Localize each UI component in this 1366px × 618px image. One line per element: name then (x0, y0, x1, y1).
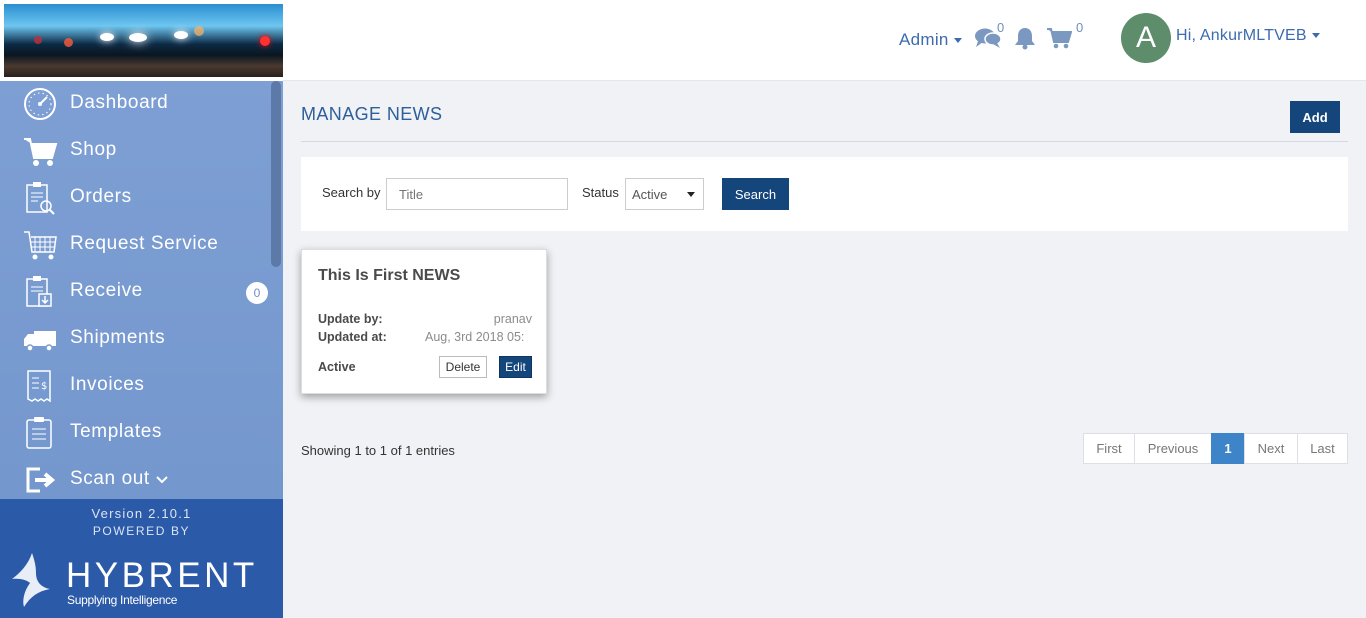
sidebar-item-invoices[interactable]: $ Invoices (0, 363, 270, 410)
logo-area (0, 0, 283, 81)
sidebar-item-label: Request Service (70, 233, 219, 254)
sidebar-item-label: Templates (70, 421, 162, 442)
delete-news-button[interactable]: Delete (439, 356, 487, 378)
pagination-next[interactable]: Next (1244, 433, 1298, 464)
caret-down-icon (953, 38, 962, 44)
user-menu[interactable]: Hi, AnkurMLTVEB (1176, 27, 1320, 45)
brand-tagline: Supplying Intelligence (67, 593, 178, 607)
sidebar-nav: Dashboard Shop Orders Request Service Re… (0, 81, 283, 499)
entries-info: Showing 1 to 1 of 1 entries (301, 443, 455, 458)
svg-text:$: $ (41, 381, 48, 392)
updated-at-value: Aug, 3rd 2018 05: (425, 330, 525, 344)
add-news-button[interactable]: Add (1290, 101, 1340, 133)
dropdown-arrow-icon (687, 192, 695, 197)
filter-panel: Search by Status Active Search (301, 157, 1348, 231)
bell-icon[interactable] (1014, 26, 1036, 50)
sidebar-scrollbar[interactable] (271, 81, 281, 267)
news-title: This Is First NEWS (318, 267, 461, 284)
sidebar-item-label: Shop (70, 139, 117, 160)
search-button[interactable]: Search (722, 178, 789, 210)
dashboard-icon (24, 88, 56, 120)
sidebar-item-label: Scan out (70, 468, 168, 490)
sidebar-item-shipments[interactable]: Shipments (0, 316, 270, 363)
caret-down-icon (1311, 33, 1320, 39)
edit-news-button[interactable]: Edit (499, 356, 532, 378)
sidebar-item-label: Receive (70, 280, 143, 301)
app-version: Version 2.10.1 (91, 506, 192, 521)
pagination-last[interactable]: Last (1297, 433, 1348, 464)
scan-out-icon (26, 467, 56, 493)
sidebar-item-dashboard[interactable]: Dashboard (0, 81, 270, 128)
search-by-label: Search by (322, 185, 381, 200)
updated-at-label: Updated at: (318, 330, 387, 344)
orders-icon (26, 182, 55, 215)
main-content: MANAGE NEWS Add Search by Status Active … (283, 81, 1366, 618)
sidebar-item-scan-out[interactable]: Scan out (0, 457, 270, 504)
title-divider (301, 141, 1348, 142)
messages-count: 0 (997, 20, 1005, 35)
top-header: Admin 0 0 A Hi, AnkurMLTVEB (283, 0, 1366, 81)
news-status: Active (318, 360, 356, 374)
powered-by-label: POWERED BY (92, 524, 191, 538)
page-title: MANAGE NEWS (301, 104, 443, 124)
cart-icon (24, 138, 58, 166)
receive-icon (26, 276, 52, 307)
sidebar-item-request-service[interactable]: Request Service (0, 222, 270, 269)
cart-count: 0 (1076, 20, 1084, 35)
request-service-icon (24, 231, 57, 260)
sidebar-item-label: Orders (70, 186, 132, 207)
sidebar-item-label: Invoices (70, 374, 145, 395)
news-card: This Is First NEWS Update by: pranav Upd… (301, 249, 547, 394)
sidebar-item-templates[interactable]: Templates (0, 410, 270, 457)
sidebar-item-label: Dashboard (70, 92, 169, 113)
title-search-input[interactable] (386, 178, 568, 210)
sidebar-item-label: Shipments (70, 327, 166, 348)
sidebar: Dashboard Shop Orders Request Service Re… (0, 0, 283, 618)
receive-count-badge: 0 (246, 282, 268, 304)
sidebar-item-receive[interactable]: Receive 0 (0, 269, 270, 316)
hybrent-logo-icon (12, 553, 50, 607)
templates-icon (26, 417, 52, 449)
brand-name: HYBRENT (66, 556, 258, 595)
truck-icon (24, 331, 56, 352)
pagination-page-1[interactable]: 1 (1211, 433, 1245, 464)
sidebar-item-shop[interactable]: Shop (0, 128, 270, 175)
admin-menu[interactable]: Admin (899, 30, 962, 50)
sidebar-footer: Version 2.10.1 POWERED BY HYBRENT Supply… (0, 499, 283, 618)
update-by-label: Update by: (318, 312, 383, 326)
invoice-icon: $ (27, 370, 51, 403)
sidebar-item-orders[interactable]: Orders (0, 175, 270, 222)
status-select[interactable]: Active (625, 178, 704, 210)
pagination-previous[interactable]: Previous (1134, 433, 1212, 464)
pagination: First Previous 1 Next Last (1083, 433, 1348, 464)
chevron-down-icon (155, 476, 168, 484)
status-label: Status (582, 185, 619, 200)
pagination-first[interactable]: First (1083, 433, 1135, 464)
cart-icon[interactable] (1046, 27, 1072, 49)
update-by-value: pranav (493, 312, 532, 326)
company-logo-image[interactable] (4, 4, 283, 77)
avatar[interactable]: A (1121, 13, 1171, 63)
